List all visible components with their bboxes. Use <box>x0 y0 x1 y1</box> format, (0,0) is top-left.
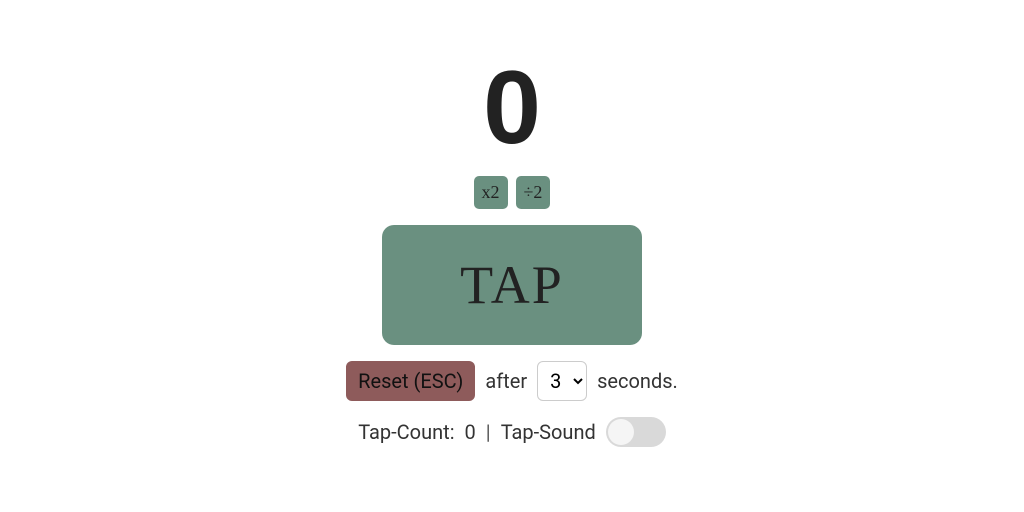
toggle-knob-icon <box>608 419 634 445</box>
halve-button[interactable]: ÷2 <box>516 176 551 209</box>
math-row: x2 ÷2 <box>474 176 551 209</box>
reset-button[interactable]: Reset (ESC) <box>346 361 475 401</box>
seconds-label: seconds. <box>597 369 678 393</box>
tap-sound-toggle[interactable] <box>606 417 666 447</box>
main-container: 0 x2 ÷2 TAP Reset (ESC) after 3 seconds.… <box>346 56 678 447</box>
tap-count-label: Tap-Count: <box>358 420 454 444</box>
reset-row: Reset (ESC) after 3 seconds. <box>346 361 678 401</box>
reset-seconds-select[interactable]: 3 <box>537 361 587 401</box>
tap-count-value: 0 <box>465 420 476 444</box>
double-button[interactable]: x2 <box>474 176 508 209</box>
after-label: after <box>485 369 527 393</box>
bpm-display: 0 <box>483 56 541 160</box>
tap-button[interactable]: TAP <box>382 225 642 345</box>
status-row: Tap-Count: 0 | Tap-Sound <box>358 417 666 447</box>
tap-sound-label: Tap-Sound <box>501 420 596 444</box>
divider: | <box>486 420 491 444</box>
